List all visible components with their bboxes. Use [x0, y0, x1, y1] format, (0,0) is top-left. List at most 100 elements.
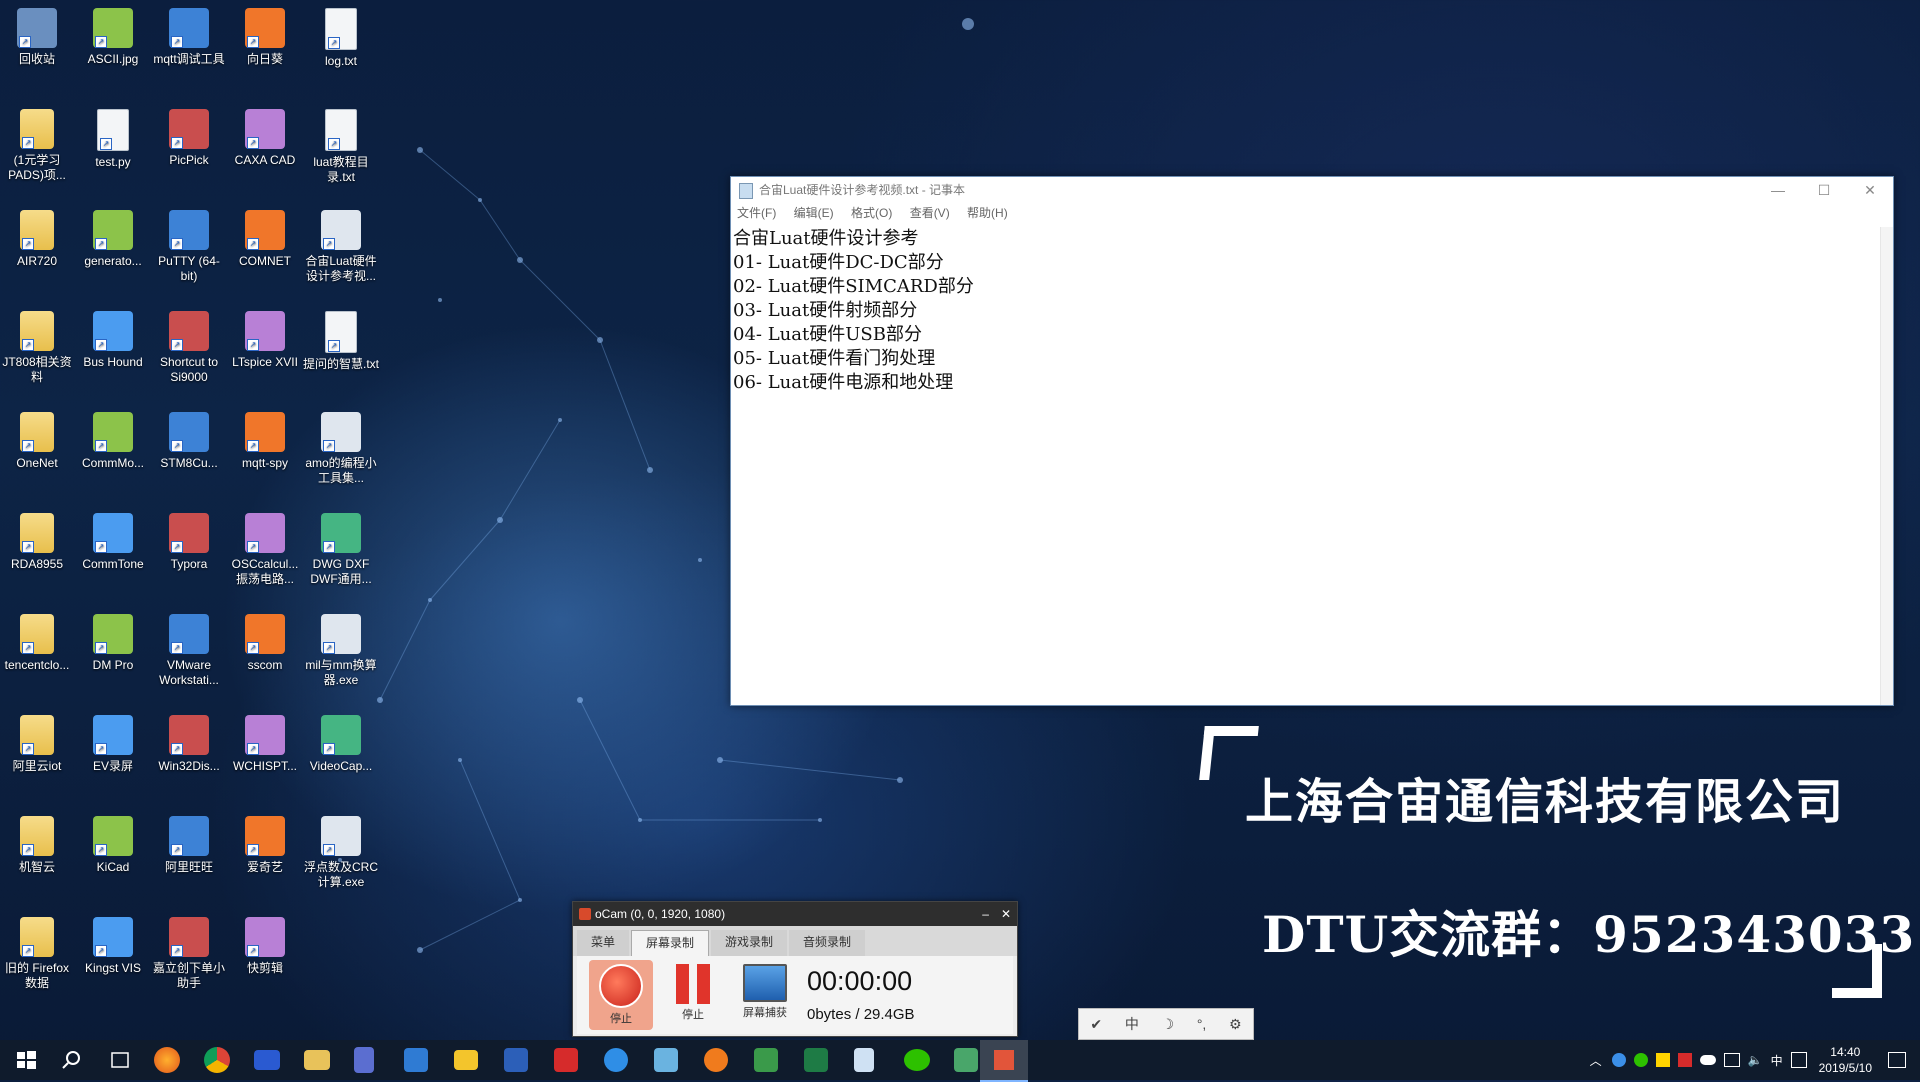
ime-settings-icon[interactable]: ⚙	[1229, 1016, 1242, 1033]
vscode-taskbar-icon[interactable]	[404, 1048, 428, 1072]
tab-game-record[interactable]: 游戏录制	[711, 930, 788, 956]
notepad-taskbar-icon[interactable]	[854, 1048, 874, 1072]
notepad-window[interactable]: 合宙Luat硬件设计参考视频.txt - 记事本 — ☐ ✕ 文件(F) 编辑(…	[730, 176, 1894, 706]
ocam-titlebar[interactable]: oCam (0, 0, 1920, 1080) – ✕	[573, 902, 1017, 926]
menu-help[interactable]: 帮助(H)	[967, 206, 1008, 220]
desktop-icon[interactable]: ↗ 回收站	[0, 4, 75, 67]
ime-mode-button[interactable]: 中	[1125, 1014, 1139, 1034]
desktop-icon[interactable]: ↗ Typora	[151, 509, 227, 572]
desktop-icon[interactable]: ↗ tencentclo...	[0, 610, 75, 673]
notification-icon[interactable]	[1888, 1052, 1906, 1068]
app-taskbar-icon[interactable]	[354, 1047, 374, 1073]
chrome-taskbar-icon[interactable]	[204, 1047, 230, 1073]
desktop-icon[interactable]: ↗ 阿里云iot	[0, 711, 75, 774]
desktop-icon[interactable]: ↗ OneNet	[0, 408, 75, 471]
desktop-icon[interactable]: ↗ 爱奇艺	[227, 812, 303, 875]
ocam-window[interactable]: oCam (0, 0, 1920, 1080) – ✕ 菜单 屏幕录制 游戏录制 …	[572, 901, 1018, 1037]
desktop-icon[interactable]: ↗ amo的编程小工具集...	[303, 408, 379, 486]
ime-indicator[interactable]: 中	[1771, 1052, 1783, 1069]
tray-chevron-icon[interactable]: ︿	[1590, 1052, 1602, 1069]
ime-moon-icon[interactable]: ☽	[1162, 1016, 1175, 1033]
ime-punctuation-icon[interactable]: °,	[1197, 1016, 1207, 1032]
ocam-minimize-button[interactable]: –	[982, 907, 989, 921]
desktop-icon[interactable]: ↗ generato...	[75, 206, 151, 269]
search-icon[interactable]	[56, 1044, 88, 1076]
app-taskbar-icon[interactable]	[254, 1050, 280, 1070]
desktop-icon[interactable]: ↗ 快剪辑	[227, 913, 303, 976]
tray-app-icon[interactable]	[1611, 1053, 1626, 1067]
desktop-icon[interactable]: ↗ mil与mm换算器.exe	[303, 610, 379, 688]
maximize-button[interactable]: ☐	[1801, 177, 1847, 203]
tab-audio-record[interactable]: 音频录制	[789, 930, 866, 956]
desktop-icon[interactable]: ↗ (1元学习PADS)项...	[0, 105, 75, 183]
app-taskbar-icon[interactable]	[654, 1048, 678, 1072]
desktop-icon[interactable]: ↗ DWG DXF DWF通用...	[303, 509, 379, 587]
menu-format[interactable]: 格式(O)	[851, 206, 892, 220]
desktop-icon[interactable]: ↗ WCHISPT...	[227, 711, 303, 774]
menu-file[interactable]: 文件(F)	[737, 206, 776, 220]
network-icon[interactable]	[1723, 1053, 1740, 1067]
desktop-icon[interactable]: ↗ Shortcut to Si9000	[151, 307, 227, 385]
tray-app-icon[interactable]	[1677, 1053, 1692, 1067]
desktop-icon[interactable]: ↗ Bus Hound	[75, 307, 151, 370]
desktop-icon[interactable]: ↗ Win32Dis...	[151, 711, 227, 774]
tab-menu[interactable]: 菜单	[577, 930, 630, 956]
close-button[interactable]: ✕	[1847, 177, 1893, 203]
desktop-icon[interactable]: ↗ STM8Cu...	[151, 408, 227, 471]
desktop-icon[interactable]: ↗ 提问的智慧.txt	[303, 307, 379, 372]
desktop-icon[interactable]: ↗ CommTone	[75, 509, 151, 572]
desktop-icon[interactable]: ↗ KiCad	[75, 812, 151, 875]
task-view-icon[interactable]	[104, 1044, 136, 1076]
app-taskbar-icon[interactable]	[754, 1048, 778, 1072]
desktop-icon[interactable]: ↗ mqtt-spy	[227, 408, 303, 471]
stop-record-button[interactable]: 停止	[589, 960, 653, 1030]
desktop-icon[interactable]: ↗ 机智云	[0, 812, 75, 875]
desktop-icon[interactable]: ↗ AIR720	[0, 206, 75, 269]
clock[interactable]: 14:40 2019/5/10	[1819, 1044, 1872, 1076]
menu-edit[interactable]: 编辑(E)	[794, 206, 834, 220]
desktop-icon[interactable]: ↗ Kingst VIS	[75, 913, 151, 976]
excel-taskbar-icon[interactable]	[804, 1048, 828, 1072]
ocam-taskbar-button[interactable]	[980, 1040, 1028, 1082]
desktop-icon[interactable]: ↗ 旧的 Firefox 数据	[0, 913, 75, 991]
desktop-icon[interactable]: ↗ CommMo...	[75, 408, 151, 471]
desktop-icon[interactable]: ↗ 向日葵	[227, 4, 303, 67]
desktop-icon[interactable]: ↗ DM Pro	[75, 610, 151, 673]
app-taskbar-icon[interactable]	[604, 1048, 628, 1072]
firefox-taskbar-icon[interactable]	[154, 1047, 180, 1073]
desktop-icon[interactable]: ↗ PuTTY (64-bit)	[151, 206, 227, 284]
desktop-icon[interactable]: ↗ 嘉立创下单小助手	[151, 913, 227, 991]
desktop-icon[interactable]: ↗ OSCcalcul... 振荡电路...	[227, 509, 303, 587]
desktop-icon[interactable]: ↗ log.txt	[303, 4, 379, 69]
desktop-icon[interactable]: ↗ VideoCap...	[303, 711, 379, 774]
pause-button[interactable]: 停止	[661, 960, 725, 1030]
menu-view[interactable]: 查看(V)	[910, 206, 950, 220]
desktop-icon[interactable]: ↗ 浮点数及CRC计算.exe	[303, 812, 379, 890]
start-button[interactable]	[10, 1044, 42, 1076]
desktop-icon[interactable]: ↗ luat教程目录.txt	[303, 105, 379, 185]
word-taskbar-icon[interactable]	[504, 1048, 528, 1072]
desktop-icon[interactable]: ↗ PicPick	[151, 105, 227, 168]
desktop-icon[interactable]: ↗ mqtt调试工具	[151, 4, 227, 67]
screen-capture-button[interactable]: 屏幕捕获	[733, 960, 797, 1030]
desktop-icon[interactable]: ↗ 合宙Luat硬件设计参考视...	[303, 206, 379, 284]
app-taskbar-icon[interactable]	[454, 1050, 478, 1070]
desktop-icon[interactable]: ↗ COMNET	[227, 206, 303, 269]
file-explorer-icon[interactable]	[304, 1050, 330, 1070]
notepad-text-area[interactable]: 合宙Luat硬件设计参考 01- Luat硬件DC-DC部分 02- Luat硬…	[733, 227, 1879, 703]
desktop-icon[interactable]: ↗ JT808相关资料	[0, 307, 75, 385]
wechat-taskbar-icon[interactable]	[904, 1049, 930, 1071]
notepad-titlebar[interactable]: 合宙Luat硬件设计参考视频.txt - 记事本 — ☐ ✕	[731, 177, 1893, 203]
desktop-icon[interactable]: ↗ CAXA CAD	[227, 105, 303, 168]
checkbox-tray-icon[interactable]	[1790, 1052, 1807, 1068]
desktop-icon[interactable]: ↗ 阿里旺旺	[151, 812, 227, 875]
tray-wechat-icon[interactable]	[1633, 1053, 1648, 1067]
desktop-icon[interactable]: ↗ EV录屏	[75, 711, 151, 774]
ime-check-icon[interactable]: ✔	[1090, 1016, 1102, 1033]
minimize-button[interactable]: —	[1755, 177, 1801, 203]
desktop-icon[interactable]: ↗ VMware Workstati...	[151, 610, 227, 688]
onedrive-icon[interactable]	[1699, 1055, 1716, 1065]
app-taskbar-icon[interactable]	[704, 1048, 728, 1072]
desktop-icon[interactable]: ↗ test.py	[75, 105, 151, 170]
youdao-taskbar-icon[interactable]	[554, 1048, 578, 1072]
